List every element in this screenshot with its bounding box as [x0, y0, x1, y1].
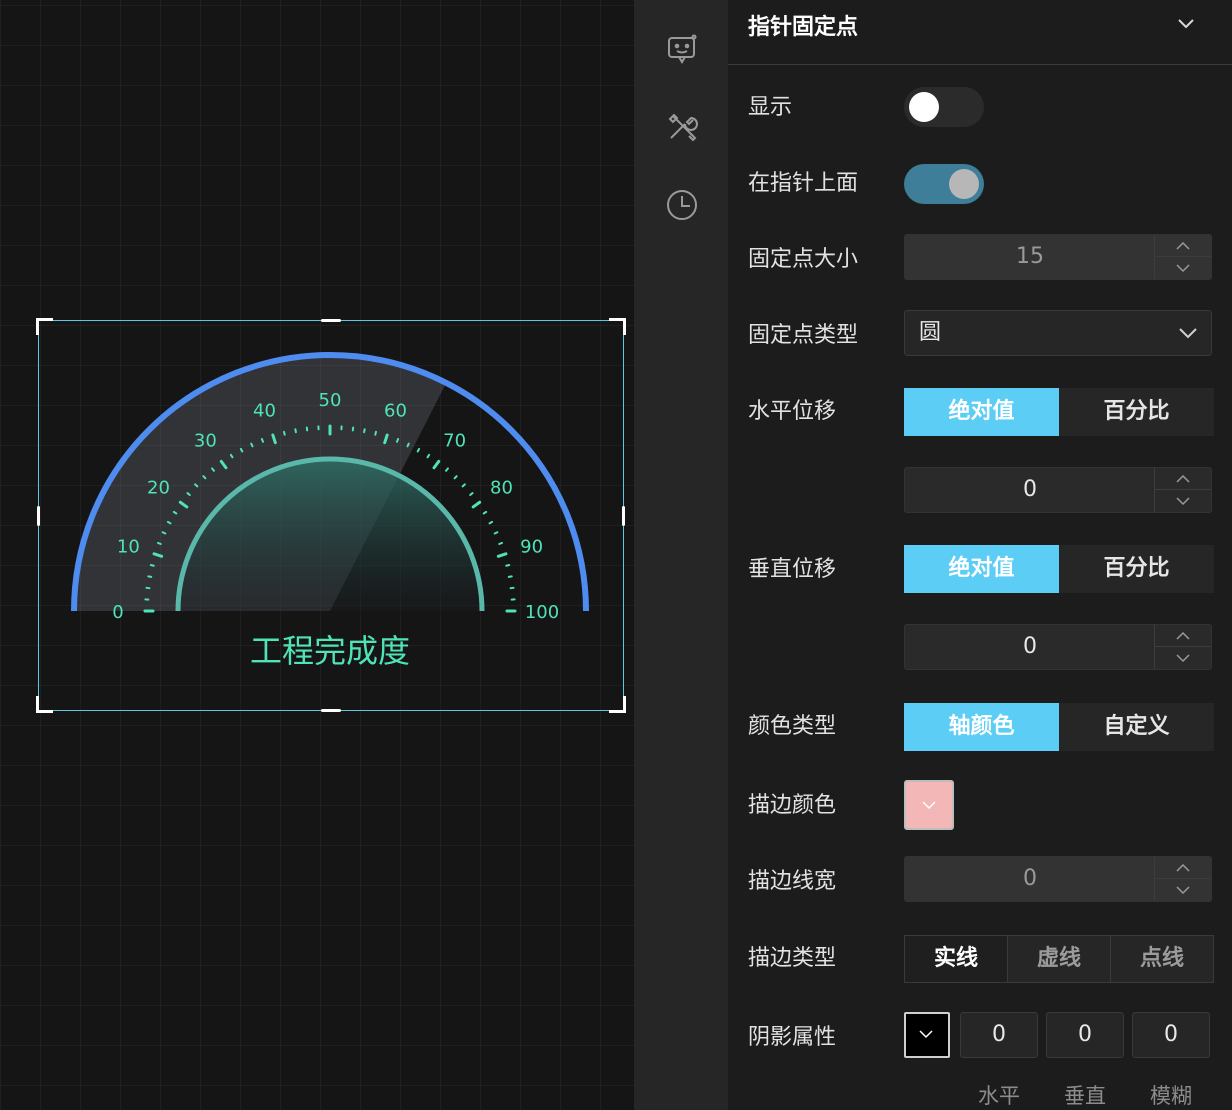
- tools-icon[interactable]: [665, 110, 699, 144]
- quantity-stepper: [1154, 235, 1211, 279]
- color-type-mode: 轴颜色 自定义: [904, 703, 1214, 751]
- selection-box[interactable]: [36, 318, 626, 713]
- step-up-button[interactable]: [1155, 857, 1211, 879]
- stroke-type-dotted-option[interactable]: 点线: [1111, 936, 1213, 982]
- resize-handle-top[interactable]: [321, 319, 341, 322]
- point-type-select[interactable]: 圆: [904, 310, 1212, 356]
- shadow-color-picker[interactable]: [904, 1012, 950, 1058]
- shadow-y-input[interactable]: 0: [1046, 1012, 1124, 1058]
- stroke-type-solid-option[interactable]: 实线: [905, 936, 1008, 982]
- panel-header[interactable]: 指针固定点: [728, 0, 1232, 65]
- h-offset-percent-option[interactable]: 百分比: [1059, 388, 1214, 436]
- point-size-value[interactable]: 15: [905, 235, 1155, 279]
- v-offset-input[interactable]: 0: [904, 624, 1212, 670]
- v-offset-percent-option[interactable]: 百分比: [1059, 545, 1214, 593]
- clock-icon[interactable]: [665, 188, 699, 222]
- v-offset-mode: 绝对值 百分比: [904, 545, 1214, 593]
- color-type-custom-option[interactable]: 自定义: [1059, 703, 1214, 751]
- quantity-stepper: [1154, 468, 1211, 512]
- shadow-blur-caption: 模糊: [1150, 1084, 1192, 1108]
- shadow-label: 阴影属性: [748, 1025, 837, 1050]
- editor-canvas[interactable]: 0 10 20 30 40 50 60 70 80 90 100 工程完成度: [0, 0, 634, 1110]
- side-icon-strip: [634, 0, 728, 1110]
- show-toggle[interactable]: [904, 87, 984, 127]
- quantity-stepper: [1154, 625, 1211, 669]
- shadow-x-caption: 水平: [978, 1084, 1020, 1108]
- step-down-button[interactable]: [1155, 879, 1211, 901]
- stroke-color-picker[interactable]: [904, 780, 954, 830]
- quantity-stepper: [1154, 857, 1211, 901]
- resize-handle-right[interactable]: [622, 506, 625, 526]
- stroke-type-label: 描边类型: [748, 946, 837, 971]
- v-offset-label: 垂直位移: [748, 557, 837, 582]
- v-offset-value[interactable]: 0: [905, 625, 1155, 669]
- show-label: 显示: [748, 95, 793, 120]
- resize-handle-bottom[interactable]: [321, 709, 341, 712]
- stroke-width-label: 描边线宽: [748, 869, 837, 894]
- stroke-color-label: 描边颜色: [748, 793, 837, 818]
- v-offset-absolute-option[interactable]: 绝对值: [904, 545, 1059, 593]
- stroke-type-dashed-option[interactable]: 虚线: [1008, 936, 1111, 982]
- h-offset-absolute-option[interactable]: 绝对值: [904, 388, 1059, 436]
- point-size-label: 固定点大小: [748, 247, 859, 272]
- resize-handle-bottom-right[interactable]: [609, 696, 626, 713]
- shadow-y-caption: 垂直: [1064, 1084, 1106, 1108]
- panel-title: 指针固定点: [748, 15, 859, 40]
- stroke-width-input[interactable]: 0: [904, 856, 1212, 902]
- property-panel: 指针固定点 显示 在指针上面 固定点大小 15 固定点类型 圆 水平位移 绝对值…: [728, 0, 1232, 1110]
- chevron-down-icon: [1177, 322, 1199, 348]
- h-offset-mode: 绝对值 百分比: [904, 388, 1214, 436]
- above-pointer-label: 在指针上面: [748, 171, 859, 196]
- resize-handle-left[interactable]: [37, 506, 40, 526]
- shadow-blur-input[interactable]: 0: [1132, 1012, 1210, 1058]
- step-up-button[interactable]: [1155, 625, 1211, 647]
- step-down-button[interactable]: [1155, 257, 1211, 279]
- toggle-knob: [909, 92, 939, 122]
- step-down-button[interactable]: [1155, 647, 1211, 669]
- chevron-down-icon[interactable]: [1176, 14, 1196, 34]
- point-type-label: 固定点类型: [748, 323, 859, 348]
- step-up-button[interactable]: [1155, 235, 1211, 257]
- above-pointer-toggle[interactable]: [904, 164, 984, 204]
- stroke-width-value[interactable]: 0: [905, 857, 1155, 901]
- h-offset-label: 水平位移: [748, 399, 837, 424]
- color-type-axis-option[interactable]: 轴颜色: [904, 703, 1059, 751]
- h-offset-value[interactable]: 0: [905, 468, 1155, 512]
- point-type-value: 圆: [919, 320, 942, 345]
- h-offset-input[interactable]: 0: [904, 467, 1212, 513]
- color-type-label: 颜色类型: [748, 714, 837, 739]
- resize-handle-bottom-left[interactable]: [36, 696, 53, 713]
- resize-handle-top-left[interactable]: [36, 318, 53, 335]
- toggle-knob: [949, 169, 979, 199]
- stroke-type-mode: 实线 虚线 点线: [904, 935, 1214, 983]
- chat-bot-icon[interactable]: [665, 32, 699, 66]
- point-size-input[interactable]: 15: [904, 234, 1212, 280]
- step-down-button[interactable]: [1155, 490, 1211, 512]
- shadow-x-input[interactable]: 0: [960, 1012, 1038, 1058]
- step-up-button[interactable]: [1155, 468, 1211, 490]
- resize-handle-top-right[interactable]: [609, 318, 626, 335]
